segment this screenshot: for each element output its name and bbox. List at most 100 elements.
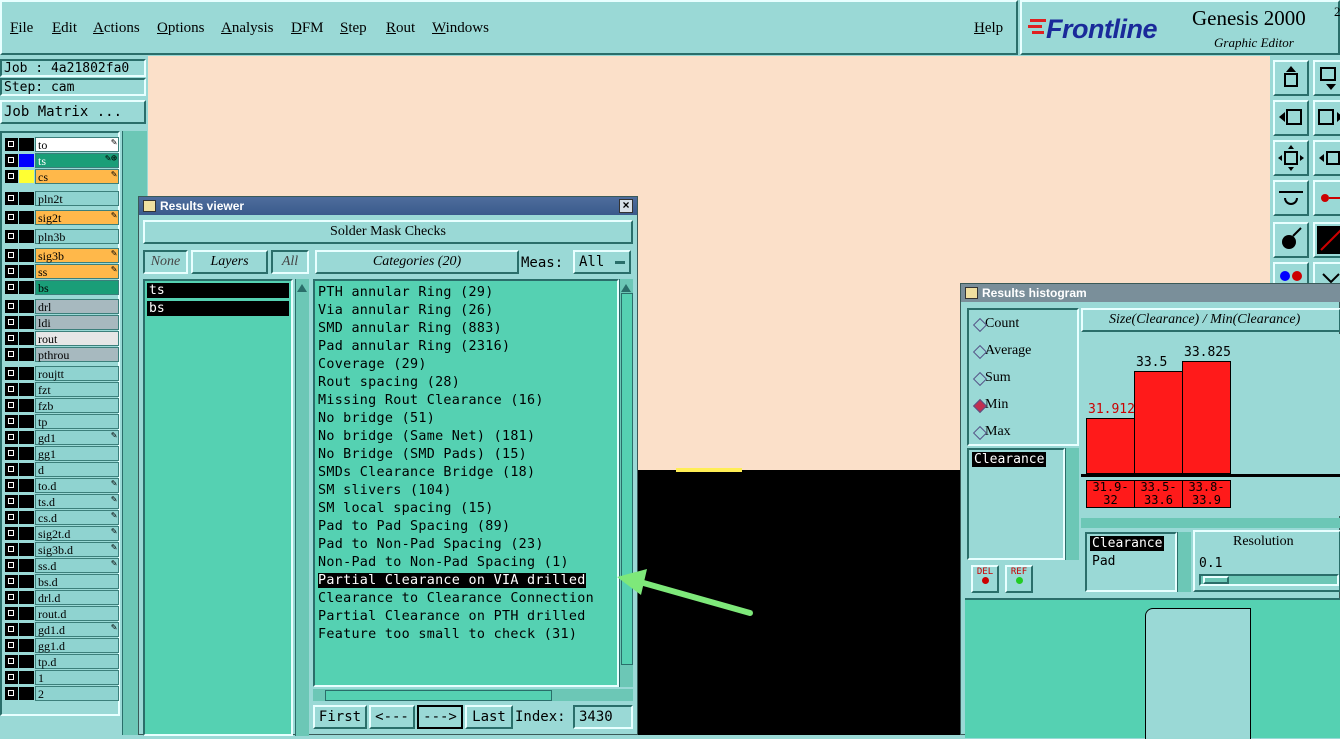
layer-row[interactable]: gd1 ✎ (4, 430, 119, 445)
resolution-slider-thumb[interactable] (1203, 576, 1229, 584)
layer-color-swatch[interactable] (19, 230, 34, 243)
layer-checkbox[interactable] (5, 192, 18, 205)
layer-checkbox[interactable] (5, 447, 18, 460)
mode-max-radio[interactable]: Max (972, 424, 1011, 441)
layer-row[interactable]: d (4, 462, 119, 477)
layer-checkbox[interactable] (5, 575, 18, 588)
tool-button-1[interactable] (1273, 60, 1309, 96)
layer-color-swatch[interactable] (19, 511, 34, 524)
layer-checkbox[interactable] (5, 479, 18, 492)
category-list-vscrollbar[interactable] (619, 279, 633, 687)
all-layers-button[interactable]: All (271, 250, 309, 274)
layer-name[interactable]: to.d (35, 478, 119, 493)
tool-button-select[interactable] (1273, 222, 1309, 258)
layer-checkbox[interactable] (5, 316, 18, 329)
layer-checkbox[interactable] (5, 383, 18, 396)
category-item[interactable]: PTH annular Ring (29) (318, 285, 494, 300)
histogram-hscrollbar[interactable] (1081, 518, 1340, 528)
layer-row[interactable]: sig2t ✎ (4, 210, 119, 225)
layer-name[interactable]: d (35, 462, 119, 477)
menu-step[interactable]: Step (340, 20, 367, 37)
layer-name[interactable]: roujtt (35, 366, 119, 381)
layer-checkbox[interactable] (5, 300, 18, 313)
category-item[interactable]: Clearance to Clearance Connection (318, 591, 594, 606)
tool-button-measure[interactable] (1273, 180, 1309, 216)
layer-color-swatch[interactable] (19, 671, 34, 684)
layer-row[interactable]: rout.d (4, 606, 119, 621)
layer-color-swatch[interactable] (19, 348, 34, 361)
layer-row[interactable]: ts ✎⊕ (4, 153, 119, 168)
first-button[interactable]: First (313, 705, 367, 729)
next-button[interactable]: ---> (417, 705, 463, 729)
layer-checkbox[interactable] (5, 655, 18, 668)
category-item[interactable]: SMDs Clearance Bridge (18) (318, 465, 535, 480)
layer-color-swatch[interactable] (19, 281, 34, 294)
tool-button-route[interactable] (1313, 180, 1340, 216)
layer-row[interactable]: gg1 (4, 446, 119, 461)
category-item[interactable]: Feature too small to check (31) (318, 627, 577, 642)
menu-file[interactable]: File (10, 20, 33, 37)
layer-row[interactable]: ss ✎ (4, 264, 119, 279)
category-item[interactable]: No Bridge (SMD Pads) (15) (318, 447, 527, 462)
prev-button[interactable]: <--- (369, 705, 415, 729)
layer-color-swatch[interactable] (19, 623, 34, 636)
none-button[interactable]: None (143, 250, 188, 274)
layer-color-swatch[interactable] (19, 300, 34, 313)
menu-help[interactable]: Help (974, 20, 1003, 37)
menu-rout[interactable]: Rout (386, 20, 415, 37)
layer-checkbox[interactable] (5, 687, 18, 700)
layer-checkbox[interactable] (5, 154, 18, 167)
layer-color-swatch[interactable] (19, 607, 34, 620)
layer-color-swatch[interactable] (19, 463, 34, 476)
layer-checkbox[interactable] (5, 591, 18, 604)
results-viewer-titlebar[interactable]: Results viewer × (139, 197, 637, 215)
layer-color-swatch[interactable] (19, 639, 34, 652)
layer-checkbox[interactable] (5, 170, 18, 183)
tool-button-zoom[interactable] (1313, 140, 1340, 176)
layer-checkbox[interactable] (5, 607, 18, 620)
type-list-scrollbar[interactable] (1177, 532, 1191, 592)
category-item[interactable]: Missing Rout Clearance (16) (318, 393, 544, 408)
layer-color-swatch[interactable] (19, 265, 34, 278)
layer-name[interactable]: sig3b (35, 248, 119, 263)
layer-color-swatch[interactable] (19, 575, 34, 588)
layer-name[interactable]: tp.d (35, 654, 119, 669)
layer-name[interactable]: gd1 (35, 430, 119, 445)
menu-edit[interactable]: Edit (52, 20, 77, 37)
layer-row[interactable]: tp (4, 414, 119, 429)
category-list-hscrollbar[interactable] (313, 689, 633, 701)
category-item[interactable]: Coverage (29) (318, 357, 427, 372)
category-item[interactable]: SM local spacing (15) (318, 501, 494, 516)
type-item-pad[interactable]: Pad (1090, 554, 1117, 569)
layer-name[interactable]: to (35, 137, 119, 152)
layer-row[interactable]: pln3b (4, 229, 119, 244)
category-item[interactable]: Pad to Non-Pad Spacing (23) (318, 537, 544, 552)
layer-name[interactable]: sig2t (35, 210, 119, 225)
layer-row[interactable]: sig3b ✎ (4, 248, 119, 263)
layer-name[interactable]: gg1.d (35, 638, 119, 653)
mode-average-radio[interactable]: Average (972, 343, 1031, 360)
layer-checkbox[interactable] (5, 211, 18, 224)
layer-name[interactable]: sig3b.d (35, 542, 119, 557)
layer-color-swatch[interactable] (19, 170, 34, 183)
meas-dropdown[interactable]: All (573, 250, 631, 274)
category-item[interactable]: No bridge (51) (318, 411, 435, 426)
layer-name[interactable]: gd1.d (35, 622, 119, 637)
layer-name[interactable]: ts.d (35, 494, 119, 509)
tool-button-fit[interactable] (1273, 140, 1309, 176)
tool-button-3[interactable] (1273, 100, 1309, 136)
layer-color-swatch[interactable] (19, 559, 34, 572)
layer-checkbox[interactable] (5, 527, 18, 540)
layer-row[interactable]: 1 (4, 670, 119, 685)
layer-checkbox[interactable] (5, 415, 18, 428)
layer-row[interactable]: drl.d (4, 590, 119, 605)
layer-color-swatch[interactable] (19, 527, 34, 540)
layer-name[interactable]: gg1 (35, 446, 119, 461)
layer-color-swatch[interactable] (19, 192, 34, 205)
layer-name[interactable]: fzb (35, 398, 119, 413)
layer-row[interactable]: 2 (4, 686, 119, 701)
mode-sum-radio[interactable]: Sum (972, 370, 1011, 387)
menu-dfm[interactable]: DFM (291, 20, 324, 37)
layer-row[interactable]: to ✎ (4, 137, 119, 152)
layer-checkbox[interactable] (5, 559, 18, 572)
